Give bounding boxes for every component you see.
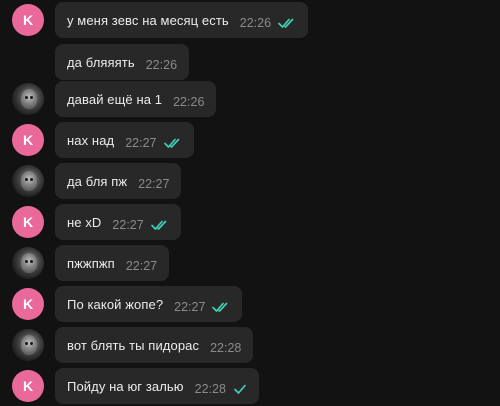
message-row: K не xD 22:27 — [0, 204, 500, 240]
message-bubble[interactable]: пжжпжп 22:27 — [55, 245, 170, 281]
avatar-eye — [25, 178, 28, 181]
avatar-eye — [25, 260, 28, 263]
message-text: давай ещё на 1 — [67, 91, 163, 107]
avatar-eye — [25, 96, 28, 99]
avatar-letter: K — [22, 296, 34, 312]
double-check-icon — [163, 137, 182, 149]
message-time: 22:26 — [173, 95, 205, 109]
message-bubble[interactable]: да бля пж 22:27 — [55, 163, 182, 199]
avatar-letter: K — [22, 12, 34, 28]
avatar-eye — [30, 178, 33, 181]
avatar-eye — [30, 96, 33, 99]
message-text: нах над — [67, 132, 115, 148]
message-bubble[interactable]: По какой жопе? 22:27 — [55, 286, 243, 322]
message-text: да бля пж — [67, 173, 128, 189]
message-text: По какой жопе? — [67, 296, 164, 312]
avatar-eye — [30, 260, 33, 263]
check-icon — [233, 383, 247, 395]
avatar[interactable] — [12, 165, 44, 197]
avatar-photo — [21, 335, 37, 355]
message-row: давай ещё на 1 22:26 — [0, 81, 500, 117]
message-bubble[interactable]: вот блять ты пидорас 22:28 — [55, 327, 254, 363]
message-row: да бля пж 22:27 — [0, 163, 500, 199]
avatar-photo — [21, 253, 37, 273]
avatar-letter: K — [22, 132, 34, 148]
message-time: 22:26 — [239, 16, 272, 30]
message-time: 22:27 — [125, 136, 157, 150]
message-text: не xD — [67, 214, 102, 230]
avatar-letter: K — [22, 214, 34, 230]
message-time: 22:27 — [112, 218, 144, 232]
avatar-eye — [25, 342, 28, 345]
double-check-icon — [150, 219, 169, 231]
avatar-photo — [21, 89, 37, 109]
message-text: вот блять ты пидорас — [67, 337, 200, 353]
avatar[interactable]: K — [12, 206, 44, 238]
avatar[interactable] — [12, 247, 44, 279]
avatar-letter: K — [22, 378, 34, 394]
message-row: K у меня зевс на месяц есть 22:26 — [0, 2, 500, 38]
message-row: K По какой жопе? 22:27 — [0, 286, 500, 322]
message-bubble[interactable]: у меня зевс на месяц есть 22:26 — [55, 2, 309, 38]
message-text: да бляяять — [67, 54, 135, 70]
avatar-eye — [30, 342, 33, 345]
message-row: K Пойду на юг залью 22:28 — [0, 368, 500, 404]
avatar[interactable] — [12, 329, 44, 361]
double-check-icon — [212, 301, 230, 313]
message-time: 22:28 — [194, 382, 226, 396]
message-bubble[interactable]: Пойду на юг залью 22:28 — [55, 368, 259, 404]
message-bubble[interactable]: давай ещё на 1 22:26 — [55, 81, 217, 117]
message-bubble[interactable]: нах над 22:27 — [55, 122, 194, 158]
avatar[interactable]: K — [12, 4, 44, 36]
message-row: K нах над 22:27 — [0, 122, 500, 158]
message-row: пжжпжп 22:27 — [0, 245, 500, 281]
message-row: вот блять ты пидорас 22:28 — [0, 327, 500, 363]
message-text: пжжпжп — [67, 255, 115, 271]
avatar[interactable]: K — [12, 370, 44, 402]
message-time: 22:27 — [125, 259, 158, 273]
message-bubble[interactable]: да бляяять 22:26 — [55, 44, 190, 80]
message-time: 22:26 — [145, 58, 178, 72]
avatar-photo — [21, 171, 37, 191]
message-text: у меня зевс на месяц есть — [67, 12, 229, 28]
chat-history: K у меня зевс на месяц есть 22:26 да бля… — [0, 0, 500, 406]
message-bubble[interactable]: не xD 22:27 — [55, 204, 181, 240]
message-time: 22:28 — [210, 341, 242, 355]
avatar[interactable]: K — [12, 288, 44, 320]
message-time: 22:27 — [174, 300, 206, 314]
avatar[interactable] — [12, 83, 44, 115]
message-time: 22:27 — [138, 177, 170, 191]
message-row: да бляяять 22:26 — [0, 44, 500, 80]
double-check-icon — [278, 17, 296, 29]
avatar[interactable]: K — [12, 124, 44, 156]
message-text: Пойду на юг залью — [67, 378, 184, 394]
